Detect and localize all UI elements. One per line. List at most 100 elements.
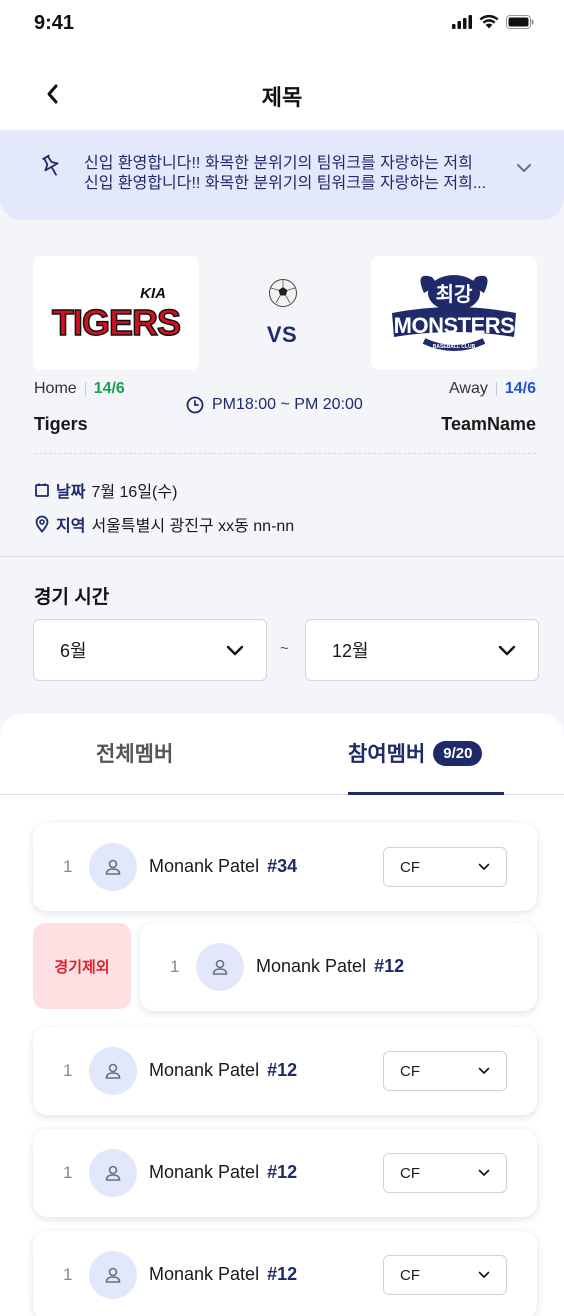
away-logo-bottom: BASEBALL CLUB <box>433 344 476 350</box>
joined-count-badge: 9/20 <box>433 740 483 766</box>
pin-icon <box>40 154 62 183</box>
chevron-down-icon <box>478 1067 490 1075</box>
tab-all-label: 전체멤버 <box>96 743 174 766</box>
exclude-from-game-button[interactable]: 경기제외 <box>33 923 131 1009</box>
position-value: CF <box>400 1164 420 1182</box>
home-info: Home 14/6 <box>34 380 125 398</box>
member-name-text: Monank Patel <box>256 956 367 976</box>
away-score: 14/6 <box>504 380 536 397</box>
month-to-value: 12월 <box>332 641 369 661</box>
user-icon <box>105 1165 121 1181</box>
month-to-select[interactable]: 12월 <box>305 619 539 681</box>
date-row: 날짜 7월 16일(수) <box>34 478 177 502</box>
away-label: Away <box>449 380 488 397</box>
member-name: Monank Patel #12 <box>149 1264 297 1285</box>
place-label: 지역 <box>56 518 86 535</box>
tab-joined-label: 참여멤버 <box>348 743 426 766</box>
tab-all-members[interactable]: 전체멤버 <box>96 738 173 768</box>
member-jersey: #12 <box>267 1060 298 1080</box>
page-title: 제목 <box>261 85 303 110</box>
member-name-text: Monank Patel <box>149 1060 260 1080</box>
status-bar: 9:41 <box>0 0 564 54</box>
app-header: 제목 <box>0 54 564 130</box>
member-row-swiped: 경기제외 1 Monank Patel #12 <box>33 923 537 1011</box>
member-name-text: Monank Patel <box>149 856 260 876</box>
member-number: 1 <box>63 1163 73 1182</box>
chevron-down-icon <box>478 1271 490 1279</box>
member-number: 1 <box>63 1061 73 1080</box>
member-jersey: #12 <box>267 1264 298 1284</box>
member-name-text: Monank Patel <box>149 1264 260 1284</box>
member-jersey: #34 <box>267 856 298 876</box>
avatar <box>89 1149 137 1197</box>
home-logo-brand: KIA <box>140 285 166 302</box>
battery-icon <box>506 14 534 29</box>
away-team-name: TeamName <box>441 414 536 434</box>
divider <box>84 382 86 396</box>
position-select[interactable]: CF <box>383 847 507 887</box>
member-row[interactable]: 1 Monank Patel #12 CF <box>33 1231 537 1316</box>
game-time-title: 경기 시간 <box>34 587 110 608</box>
member-name: Monank Patel #12 <box>149 1060 297 1081</box>
member-sheet: 전체멤버 참여멤버 9/20 1 Monank Patel #34 CF 경기제외… <box>0 714 564 1316</box>
chevron-down-icon <box>478 863 490 871</box>
home-team-name: Tigers <box>34 414 88 434</box>
notice-line-1: 신입 환영합니다!! 화목한 분위기의 팀워크를 자랑하는 저희 <box>84 155 473 172</box>
match-time-text: PM18:00 ~ PM 20:00 <box>212 396 363 413</box>
avatar <box>89 1251 137 1299</box>
match-card: KIA TIGERS VS 최강 MONSTERS BASEBALL CLUB … <box>0 220 564 556</box>
notice-text: 신입 환영합니다!! 화목한 분위기의 팀워크를 자랑하는 저희 신입 환영합니… <box>84 154 504 194</box>
date-value: 7월 16일(수) <box>91 484 178 501</box>
calendar-icon <box>35 483 49 497</box>
member-row[interactable]: 1 Monank Patel #34 CF <box>33 823 537 911</box>
member-number: 1 <box>170 957 180 976</box>
active-tab-indicator <box>348 792 504 795</box>
status-icons <box>452 14 534 29</box>
member-jersey: #12 <box>374 956 405 976</box>
notice-line-2: 신입 환영합니다!! 화목한 분위기의 팀워크를 자랑하는 저희... <box>84 175 487 192</box>
place-value: 서울특별시 광진구 xx동 nn-nn <box>91 518 295 535</box>
wifi-icon <box>479 14 499 29</box>
member-jersey: #12 <box>267 1162 298 1182</box>
position-value: CF <box>400 1062 420 1080</box>
notice-expand-button[interactable] <box>516 160 532 178</box>
soccer-ball-icon <box>268 278 298 313</box>
user-icon <box>212 959 228 975</box>
position-select[interactable]: CF <box>383 1255 507 1295</box>
clock-icon <box>186 396 204 414</box>
user-icon <box>105 859 121 875</box>
chevron-down-icon <box>517 164 531 172</box>
away-team-logo: 최강 MONSTERS BASEBALL CLUB <box>371 256 537 370</box>
tab-joined-members[interactable]: 참여멤버 9/20 <box>348 738 483 768</box>
position-select[interactable]: CF <box>383 1153 507 1193</box>
member-row[interactable]: 1 Monank Patel #12 CF <box>33 1129 537 1217</box>
position-value: CF <box>400 858 420 876</box>
place-row: 지역 서울특별시 광진구 xx동 nn-nn <box>34 512 294 536</box>
position-value: CF <box>400 1266 420 1284</box>
position-select[interactable]: CF <box>383 1051 507 1091</box>
home-team-logo: KIA TIGERS <box>33 256 199 370</box>
chevron-down-icon <box>226 645 244 655</box>
member-name: Monank Patel #12 <box>256 956 404 977</box>
user-icon <box>105 1267 121 1283</box>
away-logo-text: MONSTERS <box>394 313 515 338</box>
month-from-value: 6월 <box>60 641 87 661</box>
date-label: 날짜 <box>56 484 86 501</box>
member-number: 1 <box>63 857 73 876</box>
chevron-down-icon <box>478 1169 490 1177</box>
home-label: Home <box>34 380 77 397</box>
member-name-text: Monank Patel <box>149 1162 260 1182</box>
chevron-down-icon <box>498 645 516 655</box>
section-divider <box>0 556 564 557</box>
avatar <box>196 943 244 991</box>
user-icon <box>105 1063 121 1079</box>
match-time: PM18:00 ~ PM 20:00 <box>186 396 363 414</box>
dashed-divider <box>34 453 536 454</box>
home-score: 14/6 <box>93 380 125 397</box>
divider <box>495 382 497 396</box>
member-name: Monank Patel #34 <box>149 856 297 877</box>
member-row[interactable]: 1 Monank Patel #12 CF <box>33 1027 537 1115</box>
month-from-select[interactable]: 6월 <box>33 619 267 681</box>
member-row[interactable]: 1 Monank Patel #12 <box>140 923 537 1011</box>
notice-banner[interactable]: 신입 환영합니다!! 화목한 분위기의 팀워크를 자랑하는 저희 신입 환영합니… <box>0 130 564 220</box>
